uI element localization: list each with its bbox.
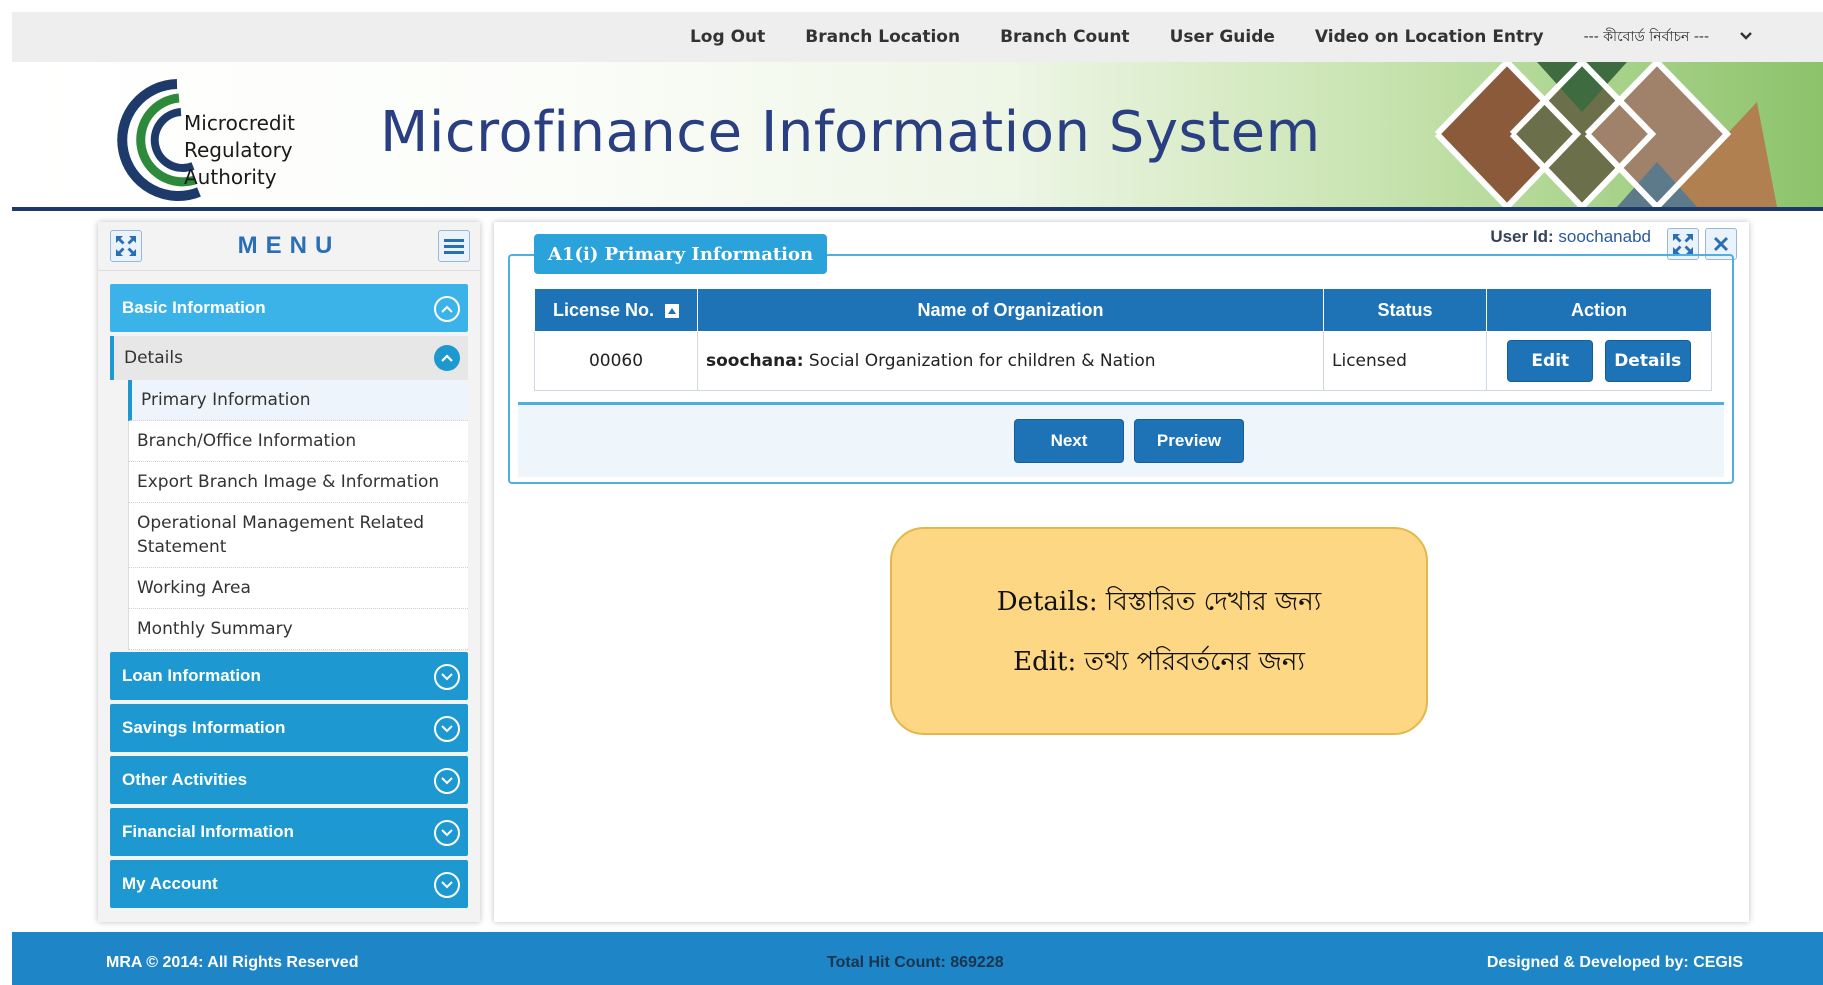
- menu-section-financial-information[interactable]: Financial Information: [110, 808, 468, 856]
- keyboard-select[interactable]: --- কীবোর্ড নির্বাচন ---: [1584, 25, 1753, 49]
- primary-information-fieldset: A1(i) Primary Information License No. Na…: [508, 234, 1734, 484]
- header-banner: Microcredit Regulatory Authority Microfi…: [12, 62, 1823, 211]
- branch-location-link[interactable]: Branch Location: [805, 27, 960, 47]
- menu-section-basic-information[interactable]: Basic Information: [110, 284, 468, 332]
- footer-hit-count: Total Hit Count: 869228: [827, 954, 1004, 971]
- system-title: Microfinance Information System: [380, 100, 1321, 165]
- menu-section-label: Basic Information: [122, 298, 266, 317]
- menu-section-label: Savings Information: [122, 718, 286, 737]
- user-id-label: User Id:: [1490, 227, 1554, 246]
- menu-header: MENU: [98, 222, 480, 271]
- sub-item-primary-information[interactable]: Primary Information: [128, 380, 468, 421]
- column-header-action: Action: [1486, 288, 1712, 332]
- footer-copyright-text: © 2014: All Rights Reserved: [146, 954, 359, 971]
- footer-credits: Designed & Developed by: CEGIS: [1487, 954, 1743, 972]
- hamburger-icon[interactable]: [438, 230, 470, 262]
- chevron-down-icon: [434, 820, 460, 846]
- logo-text: Microcredit Regulatory Authority: [109, 110, 295, 191]
- note-edit-text: তথ্য পরিবর্তনের জন্য: [1084, 647, 1305, 677]
- menu-title: MENU: [237, 232, 341, 259]
- menu-section-label: My Account: [122, 874, 218, 893]
- footer: MRA © 2014: All Rights Reserved Total Hi…: [12, 932, 1823, 985]
- video-location-entry-link[interactable]: Video on Location Entry: [1315, 27, 1544, 47]
- menu-section-label: Other Activities: [122, 770, 248, 789]
- sort-icon: [665, 303, 680, 318]
- note-line-details: Details: বিস্তারিত দেখার জন্য: [892, 581, 1426, 625]
- license-table: License No. Name of Organization Status …: [534, 288, 1712, 391]
- banner-photo-collage: [1434, 62, 1777, 207]
- user-guide-link[interactable]: User Guide: [1170, 27, 1275, 47]
- chevron-down-icon: [1739, 29, 1753, 45]
- license-number-cell: 00060: [534, 331, 698, 391]
- chevron-up-icon: [434, 345, 460, 371]
- action-cell: Edit Details: [1486, 331, 1712, 391]
- user-id-display: User Id: soochanabd: [1490, 227, 1651, 247]
- menu-section-label: Financial Information: [122, 822, 294, 841]
- chevron-down-icon: [434, 872, 460, 898]
- chevron-down-icon: [434, 716, 460, 742]
- organization-name-cell: soochana: Social Organization for childr…: [697, 331, 1324, 391]
- chevron-down-icon: [434, 768, 460, 794]
- menu-section-my-account[interactable]: My Account: [110, 860, 468, 908]
- fieldset-legend: A1(i) Primary Information: [534, 234, 828, 274]
- details-button[interactable]: Details: [1604, 340, 1691, 382]
- user-id-value: soochanabd: [1558, 227, 1651, 246]
- top-nav-bar: Log Out Branch Location Branch Count Use…: [12, 12, 1823, 62]
- sub-item-export-branch-image[interactable]: Export Branch Image & Information: [128, 462, 468, 503]
- keyboard-select-value: --- কীবোর্ড নির্বাচন ---: [1583, 29, 1709, 45]
- note-details-text: বিস্তারিত দেখার জন্য: [1105, 587, 1322, 617]
- footer-designer: CEGIS: [1693, 954, 1743, 971]
- branch-count-link[interactable]: Branch Count: [1000, 27, 1130, 47]
- table-row: 00060 soochana: Social Organization for …: [534, 331, 1712, 391]
- top-nav-links: Log Out Branch Location Branch Count Use…: [690, 12, 1823, 62]
- organization-short-name: soochana:: [706, 351, 804, 371]
- table-header-row: License No. Name of Organization Status …: [534, 288, 1712, 332]
- instruction-note: Details: বিস্তারিত দেখার জন্য Edit: তথ্য…: [890, 527, 1428, 735]
- sub-item-operational-management[interactable]: Operational Management Related Statement: [128, 503, 468, 568]
- menu-section-label: Loan Information: [122, 666, 261, 685]
- logo-line: Microcredit: [184, 111, 296, 135]
- note-line-edit: Edit: তথ্য পরিবর্তনের জন্য: [892, 641, 1426, 685]
- column-header-label: License No.: [552, 299, 654, 320]
- sub-item-working-area[interactable]: Working Area: [128, 568, 468, 609]
- edit-button[interactable]: Edit: [1507, 340, 1594, 382]
- sub-item-branch-office-information[interactable]: Branch/Office Information: [128, 421, 468, 462]
- sub-item-monthly-summary[interactable]: Monthly Summary: [128, 609, 468, 650]
- footer-copyright: MRA © 2014: All Rights Reserved: [106, 954, 358, 972]
- status-cell: Licensed: [1323, 331, 1487, 391]
- logo-line: Authority: [184, 165, 277, 189]
- details-sub-menu: Primary Information Branch/Office Inform…: [128, 380, 468, 650]
- column-header-status: Status: [1323, 288, 1487, 332]
- details-label: Details: [124, 348, 183, 368]
- chevron-up-icon: [434, 296, 460, 322]
- column-header-license[interactable]: License No.: [534, 288, 698, 332]
- menu-group-details[interactable]: Details: [110, 336, 468, 380]
- note-edit-label: Edit:: [1013, 647, 1077, 677]
- column-header-organization: Name of Organization: [697, 288, 1324, 332]
- footer-designed-label: Designed & Developed by:: [1486, 954, 1689, 971]
- menu-section-other-activities[interactable]: Other Activities: [110, 756, 468, 804]
- menu-section-loan-information[interactable]: Loan Information: [110, 652, 468, 700]
- chevron-down-icon: [434, 664, 460, 690]
- form-action-bar: Next Preview: [518, 402, 1724, 477]
- note-details-label: Details:: [996, 587, 1098, 617]
- preview-button[interactable]: Preview: [1134, 419, 1244, 463]
- next-button[interactable]: Next: [1014, 419, 1124, 463]
- logout-link[interactable]: Log Out: [690, 27, 765, 47]
- menu-section-savings-information[interactable]: Savings Information: [110, 704, 468, 752]
- logo-line: Regulatory: [184, 138, 293, 162]
- footer-brand: MRA: [106, 954, 142, 971]
- organization-full-name: Social Organization for children & Natio…: [808, 351, 1156, 371]
- sidebar-menu: MENU Basic Information Details Primary I…: [98, 222, 480, 922]
